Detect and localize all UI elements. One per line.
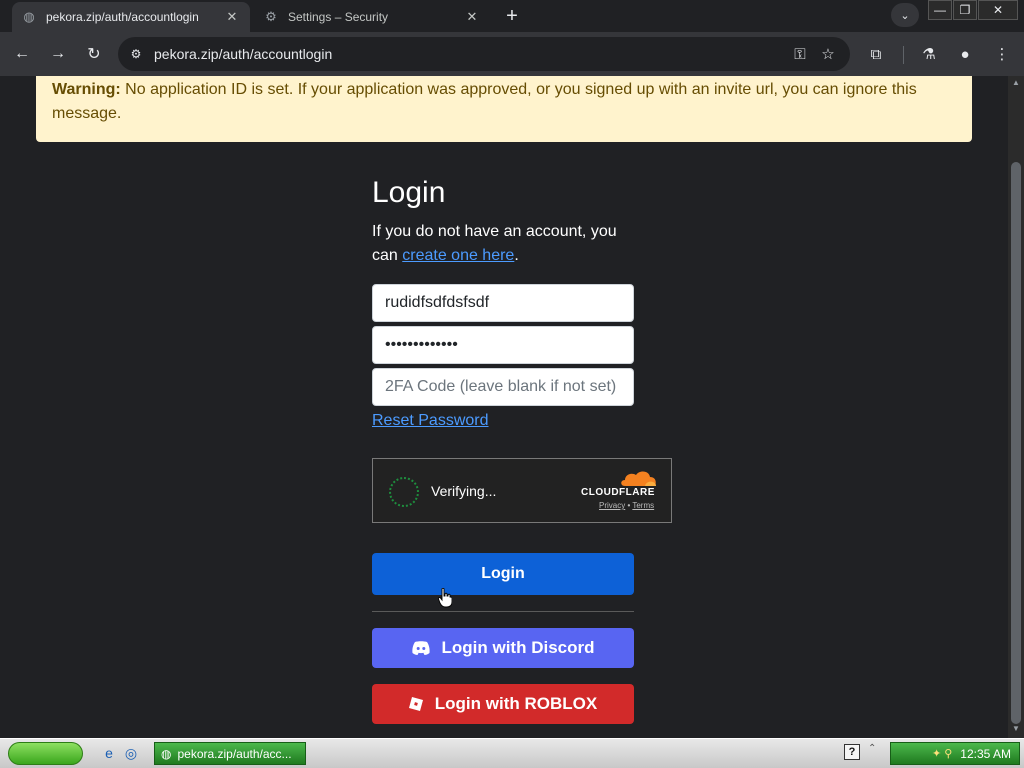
tray-icons[interactable]: ✦ ⚲ [932, 747, 952, 760]
twofa-field[interactable] [372, 368, 634, 406]
captcha-links: Privacy • Terms [599, 501, 654, 510]
discord-button-label: Login with Discord [441, 638, 595, 657]
scroll-up-icon[interactable]: ▲ [1012, 78, 1020, 87]
tab-close-icon[interactable]: ✕ [224, 9, 240, 25]
tab-accountlogin[interactable]: ◍ pekora.zip/auth/accountlogin ✕ [12, 2, 250, 32]
loading-spinner-icon [389, 477, 419, 507]
login-divider [372, 611, 634, 612]
login-roblox-button[interactable]: Login with ROBLOX [372, 684, 634, 724]
extensions-icon[interactable]: ⧉ [862, 40, 890, 68]
profile-icon[interactable]: ● [951, 40, 979, 68]
page-scrollbar[interactable]: ▲ ▼ [1008, 76, 1024, 738]
roblox-button-label: Login with ROBLOX [434, 694, 598, 713]
globe-icon: ◍ [23, 9, 35, 24]
quicklaunch-icon[interactable]: ◎ [122, 744, 140, 762]
create-account-link[interactable]: create one here [402, 247, 514, 264]
gear-icon: ⚙ [265, 9, 277, 24]
roblox-icon [408, 697, 423, 711]
link-separator: • [627, 501, 631, 510]
scroll-down-icon[interactable]: ▼ [1012, 724, 1020, 733]
reload-button[interactable]: ↻ [80, 40, 108, 68]
tab-title: pekora.zip/auth/accountlogin [46, 10, 199, 24]
login-button[interactable]: Login [372, 553, 634, 595]
taskbar-window-button[interactable]: ◍ pekora.zip/auth/acc... [154, 742, 306, 765]
url-text[interactable]: pekora.zip/auth/accountlogin [154, 46, 786, 62]
tab-close-icon[interactable]: ✕ [464, 9, 480, 25]
new-tab-button[interactable]: + [500, 4, 524, 28]
warning-label: Warning: [52, 81, 121, 98]
chrome-icon: ◍ [161, 746, 172, 761]
password-value: ••••••••••••• [385, 336, 458, 353]
warning-text: No application ID is set. If your applic… [52, 81, 917, 122]
browser-toolbar: ← → ↻ ⚙ pekora.zip/auth/accountlogin ⚿ ☆… [0, 32, 1024, 76]
scrollbar-thumb[interactable] [1011, 162, 1021, 724]
cloudflare-brand: CLOUDFLARE [581, 487, 655, 498]
desc-suffix: . [514, 247, 519, 264]
username-value: rudidfsdfdsfsdf [385, 294, 490, 311]
site-info-icon[interactable]: ⚙ [126, 47, 146, 61]
window-close-button[interactable]: ✕ [978, 0, 1018, 20]
login-description: If you do not have an account, you can c… [372, 220, 642, 268]
tray-expand-icon[interactable]: ⌃ [868, 743, 876, 754]
page-viewport: Warning: No application ID is set. If yo… [0, 76, 1008, 738]
labs-icon[interactable]: ⚗ [915, 40, 943, 68]
cloudflare-cloud-icon [621, 471, 656, 486]
hand-cursor-icon [438, 588, 452, 608]
menu-icon[interactable]: ⋮ [988, 40, 1016, 68]
minimize-button[interactable]: — [928, 0, 952, 20]
captcha-status: Verifying... [431, 483, 497, 499]
help-icon[interactable]: ? [844, 744, 860, 760]
cloudflare-turnstile[interactable]: Verifying... CLOUDFLARE Privacy • Terms [372, 458, 672, 523]
start-button[interactable] [8, 742, 83, 765]
address-bar[interactable]: ⚙ pekora.zip/auth/accountlogin ⚿ ☆ [118, 37, 850, 71]
clock[interactable]: 12:35 AM [960, 747, 1011, 761]
login-discord-button[interactable]: Login with Discord [372, 628, 634, 668]
login-button-label: Login [481, 565, 525, 582]
ie-icon[interactable]: e [100, 744, 118, 762]
warning-banner: Warning: No application ID is set. If yo… [36, 76, 972, 142]
privacy-link[interactable]: Privacy [599, 501, 625, 510]
forward-button[interactable]: → [44, 40, 72, 68]
taskbar-window-title: pekora.zip/auth/acc... [177, 746, 292, 761]
page-title: Login [372, 176, 446, 209]
terms-link[interactable]: Terms [632, 501, 654, 510]
reset-password-link[interactable]: Reset Password [372, 412, 489, 430]
tab-search-button[interactable]: ⌄ [891, 3, 919, 27]
os-taskbar: e ◎ ◍ pekora.zip/auth/acc... ? ⌃ ✦ ⚲ 12:… [0, 738, 1024, 768]
maximize-button[interactable]: ❐ [953, 0, 977, 20]
username-field[interactable]: rudidfsdfdsfsdf [372, 284, 634, 322]
tab-settings-security[interactable]: ⚙ Settings – Security ✕ [254, 2, 490, 32]
system-tray: ✦ ⚲ 12:35 AM [890, 742, 1020, 765]
tab-title: Settings – Security [288, 10, 389, 24]
tab-strip: ◍ pekora.zip/auth/accountlogin ✕ ⚙ Setti… [0, 0, 1024, 32]
toolbar-divider [903, 46, 904, 64]
bookmark-star-icon[interactable]: ☆ [814, 40, 842, 68]
twofa-input[interactable] [385, 378, 621, 396]
key-icon[interactable]: ⚿ [786, 40, 814, 68]
discord-icon [411, 641, 430, 655]
back-button[interactable]: ← [8, 40, 36, 68]
password-field[interactable]: ••••••••••••• [372, 326, 634, 364]
